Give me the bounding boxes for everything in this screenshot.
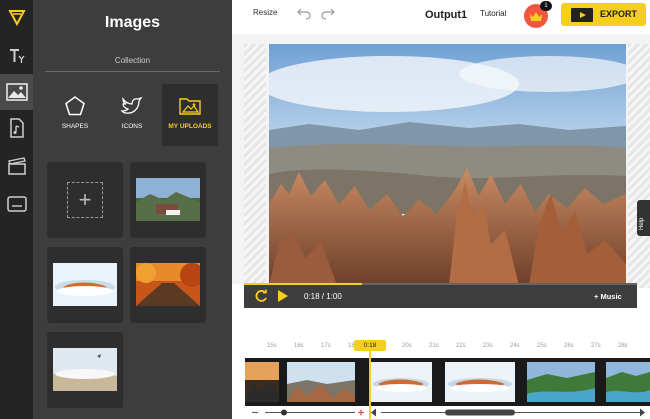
ruler-tick-label: 27s [591,343,601,349]
top-bar: Resize Output1 Tutorial 1 EXPORT [232,0,650,34]
canvas-margin-left [244,44,266,288]
thumbnail-image [136,263,200,306]
images-panel: Images Collection SHAPES ICONS MY UPLOAD… [33,0,232,419]
timeline-clip[interactable] [287,362,355,402]
upload-thumbnail[interactable] [47,332,123,408]
export-button[interactable]: EXPORT [561,3,646,26]
audio-tool-icon[interactable] [0,110,33,146]
tool-rail [0,0,33,419]
ruler-tick-label: 22s [456,343,466,349]
timeline-clip[interactable] [370,362,432,402]
thumbnail-image [53,263,117,306]
player-bar: 0:18 / 1:00 + Music [244,284,637,308]
ruler-tick-label: 17s [321,343,331,349]
app-window: Images Collection SHAPES ICONS MY UPLOAD… [0,0,650,419]
export-label: EXPORT [600,9,638,19]
text-tool-icon[interactable] [0,38,33,74]
timeline-clip[interactable] [527,362,595,402]
project-title[interactable]: Output1 [425,9,467,21]
notification-badge: 1 [540,1,552,11]
progress-fill [244,283,362,285]
video-canvas[interactable] [269,44,626,285]
canvas-image [269,44,626,285]
upload-thumbnail[interactable] [130,162,206,238]
upload-add-tile[interactable]: + [47,162,123,238]
replay-icon[interactable] [254,289,268,308]
ruler-tick-label: 28s [618,343,628,349]
pentagon-icon [65,96,85,116]
category-icons[interactable]: ICONS [104,84,160,146]
timeline-strip[interactable] [245,358,650,406]
thumbnail-image [136,178,200,221]
subtitles-tool-icon[interactable] [0,186,33,222]
collection-label: Collection [114,56,151,65]
ruler-tick-label: 25s [537,343,547,349]
playhead-time-label: 0:18 [354,340,386,351]
plus-icon: + [78,187,92,212]
category-label: SHAPES [61,123,89,130]
timeline-clip[interactable] [606,362,650,402]
video-icon [571,8,593,22]
ruler-tick-label: 21s [429,343,439,349]
panel-title: Images [104,14,161,31]
resize-button[interactable]: Resize [253,8,277,17]
scenes-tool-icon[interactable] [0,148,33,184]
timeline-zoom-bar [245,406,650,419]
images-tool-icon[interactable] [0,74,33,110]
folder-image-icon [179,98,201,115]
crown-icon [530,11,542,21]
divider [45,71,220,72]
category-label: ICONS [121,123,143,130]
play-icon[interactable] [277,289,289,308]
add-music-button[interactable]: + Music [594,292,622,301]
category-shapes[interactable]: SHAPES [47,84,103,146]
undo-icon[interactable] [296,6,312,25]
help-label: Help [639,217,645,230]
timeline-clip[interactable] [245,362,279,402]
timeline-clip[interactable] [445,362,515,402]
ruler-tick-label: 24s [510,343,520,349]
help-tab[interactable]: Help [637,200,650,236]
category-label: MY UPLOADS [168,123,212,130]
ruler-tick-label: 26s [564,343,574,349]
ruler-tick-label: 15s [267,343,277,349]
redo-icon[interactable] [320,6,336,25]
ruler-tick-label: 20s [402,343,412,349]
category-my-uploads[interactable]: MY UPLOADS [162,84,218,146]
add-upload-button[interactable]: + [67,182,103,218]
timeline-ruler[interactable]: 15s16s17s18s19s20s21s22s23s24s25s26s27s2… [245,340,650,356]
upload-thumbnail[interactable] [47,247,123,323]
ruler-tick-label: 16s [294,343,304,349]
canvas-margin-right [628,44,650,288]
bird-icon [120,96,143,114]
upload-thumbnail[interactable] [130,247,206,323]
thumbnail-image [53,348,117,391]
playback-time: 0:18 / 1:00 [304,292,342,301]
ruler-tick-label: 23s [483,343,493,349]
logo-icon[interactable] [0,0,33,34]
tutorial-link[interactable]: Tutorial [480,9,506,18]
